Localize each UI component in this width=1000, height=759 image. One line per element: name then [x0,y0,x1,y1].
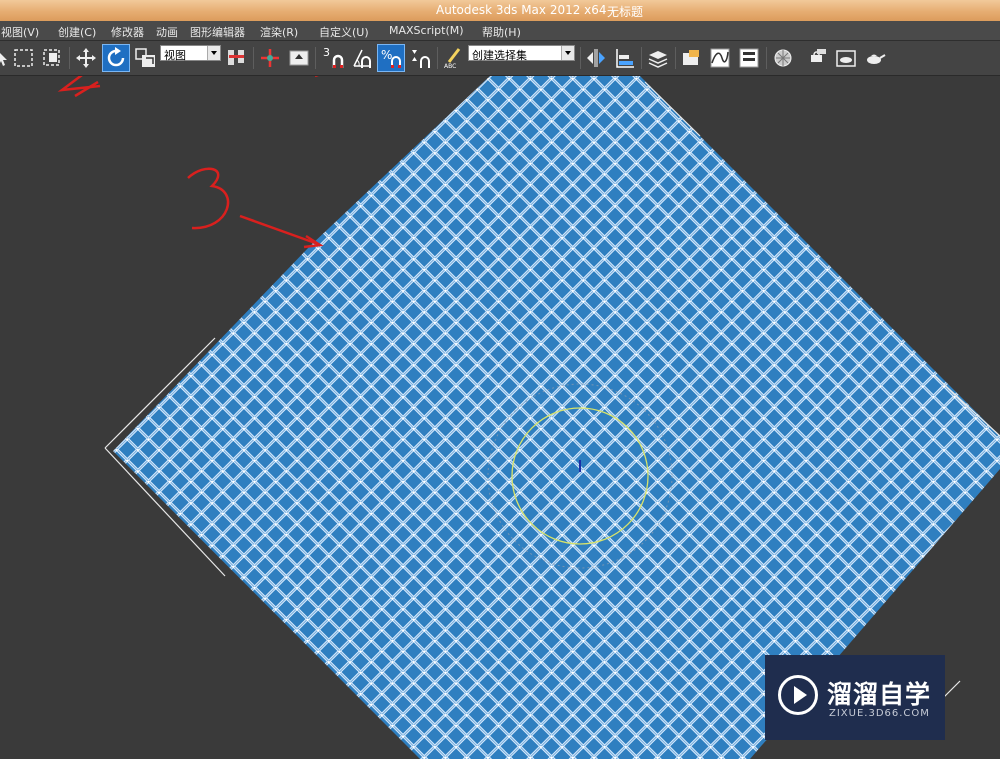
select-and-manipulate-icon[interactable] [257,44,283,72]
menu-modifiers[interactable]: 修改器 [111,24,144,40]
chevron-down-icon [561,46,574,60]
percent-snap-icon[interactable]: % [377,44,405,72]
select-and-scale-icon[interactable] [133,44,159,72]
render-production-teapot-icon[interactable] [862,44,888,72]
spinner-snap-icon[interactable] [407,44,433,72]
align-icon[interactable] [612,44,638,72]
svg-text:%: % [381,48,392,62]
menu-graph-editors[interactable]: 图形编辑器 [190,24,245,40]
pivot-center-icon[interactable] [224,44,250,72]
svg-text:ABC: ABC [444,63,456,70]
select-and-move-icon[interactable] [73,44,99,72]
watermark: 溜溜自学 ZIXUE.3D66.COM [765,655,945,740]
mirror-icon[interactable] [583,44,609,72]
named-selection-set-dropdown[interactable]: 创建选择集 [468,45,575,62]
curve-editor-icon[interactable] [707,44,733,72]
watermark-url: ZIXUE.3D66.COM [829,708,930,719]
menu-customize[interactable]: 自定义(U) [319,24,369,40]
layer-manager-icon[interactable] [645,44,671,72]
document-title: 无标题 [607,5,644,19]
rendered-frame-window-icon[interactable] [833,44,859,72]
snaps-toggle-icon[interactable]: 3 [318,44,346,72]
menu-maxscript[interactable]: MAXScript(M) [389,24,464,37]
reference-coordinate-dropdown[interactable]: 视图 [160,45,221,62]
angle-snap-icon[interactable] [348,44,374,72]
window-crossing-icon[interactable] [40,44,66,72]
rectangular-selection-region-icon[interactable] [11,44,37,72]
menu-view[interactable]: 视图(V) [1,24,39,40]
schematic-view-icon[interactable] [736,44,762,72]
main-toolbar: 视图 3 % ABC 创建选择集 [0,41,1000,76]
render-setup-icon[interactable] [804,44,830,72]
menu-bar: 视图(V) 创建(C) 修改器 动画 图形编辑器 渲染(R) 自定义(U) MA… [0,21,1000,41]
keyboard-shortcut-override-icon[interactable] [286,44,312,72]
chevron-down-icon [207,46,220,60]
edit-named-selection-icon[interactable]: ABC [440,44,466,72]
menu-create[interactable]: 创建(C) [58,24,96,40]
menu-rendering[interactable]: 渲染(R) [260,24,298,40]
app-title: Autodesk 3ds Max 2012 x64 [436,3,607,17]
material-editor-icon[interactable] [770,44,796,72]
menu-help[interactable]: 帮助(H) [482,24,521,40]
play-logo-icon [778,675,818,715]
select-object-icon[interactable] [0,44,9,72]
title-bar: Autodesk 3ds Max 2012 x64 无标题 [0,0,1000,21]
watermark-name: 溜溜自学 [827,680,932,709]
graphite-modeling-tools-icon[interactable] [678,44,704,72]
menu-animation[interactable]: 动画 [156,24,178,40]
select-and-rotate-icon[interactable] [102,44,130,72]
